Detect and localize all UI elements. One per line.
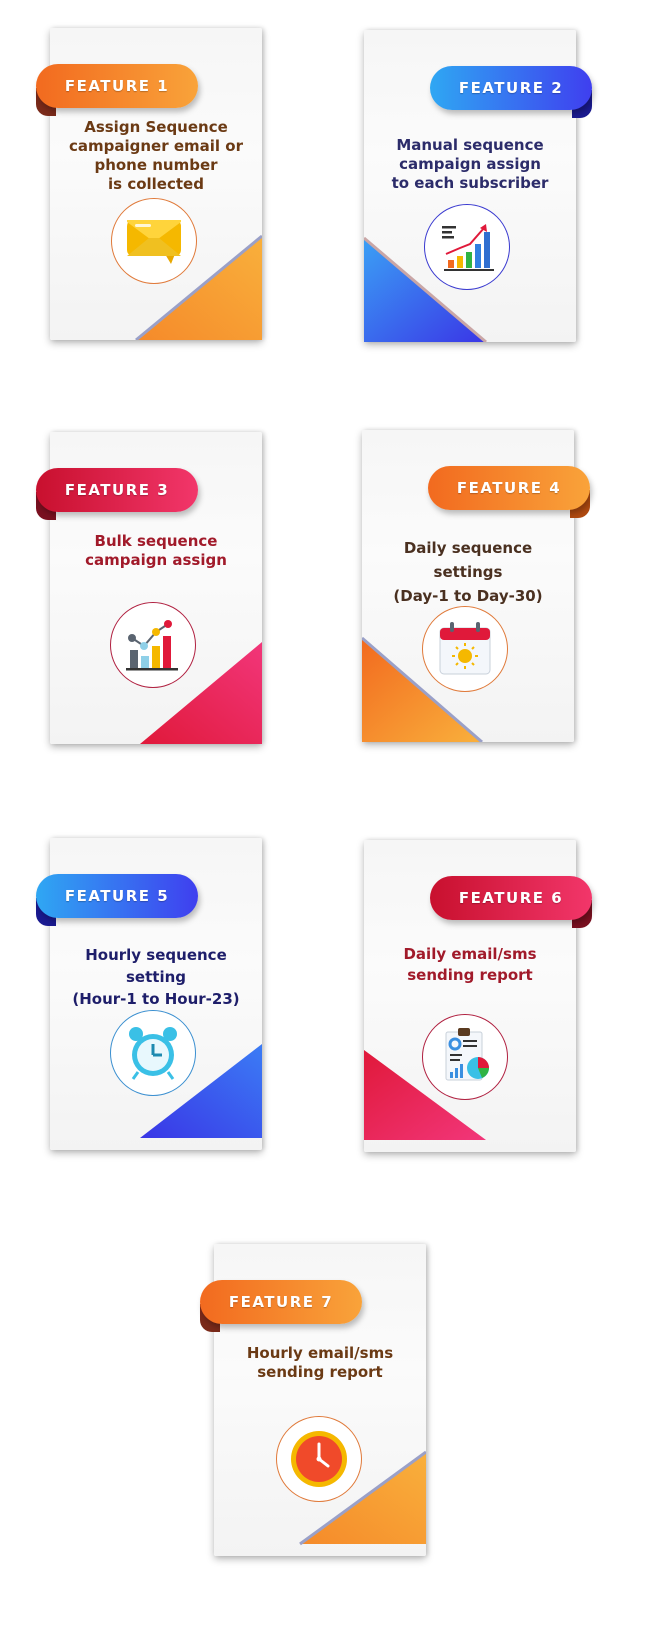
bar-line-chart-icon <box>126 620 178 671</box>
feature-ribbon: FEATURE 1 <box>36 64 198 108</box>
icon-circle <box>276 1416 362 1502</box>
feature-label: FEATURE 4 <box>456 479 562 497</box>
feature-ribbon: FEATURE 7 <box>200 1280 362 1324</box>
feature-ribbon: FEATURE 5 <box>36 874 198 918</box>
feature-ribbon: FEATURE 6 <box>430 876 592 920</box>
feature-card-7: FEATURE 7 Hourly email/sms sending report <box>200 1244 426 1556</box>
feature-label: FEATURE 6 <box>458 889 564 907</box>
feature-ribbon: FEATURE 4 <box>428 466 590 510</box>
icon-circle <box>111 198 197 284</box>
feature-card-1: FEATURE 1 Assign Sequence campaigner emai… <box>36 28 262 340</box>
feature-description: Manual sequence campaign assign to each su… <box>391 136 549 192</box>
envelope-icon <box>127 220 181 264</box>
feature-ribbon: FEATURE 2 <box>430 66 592 110</box>
feature-label: FEATURE 5 <box>64 887 170 905</box>
calendar-sun-icon <box>439 622 491 675</box>
report-document-icon <box>445 1028 489 1081</box>
clock-icon <box>291 1431 347 1487</box>
icon-circle <box>422 606 508 692</box>
feature-description: Hourly sequence setting (Hour-1 to Hour-2… <box>72 946 240 1008</box>
feature-description: Assign Sequence campaigner email or phone … <box>69 118 243 193</box>
feature-description: Hourly email/sms sending report <box>246 1344 394 1381</box>
feature-card-3: FEATURE 3 Bulk sequence campaign assign <box>36 432 262 744</box>
icon-circle <box>110 602 196 688</box>
feature-description: Bulk sequence campaign assign <box>85 532 227 569</box>
feature-description: Daily sequence settings (Day-1 to Day-30) <box>393 539 543 605</box>
growth-chart-icon <box>442 224 494 271</box>
feature-card-2: FEATURE 2 Manual sequence campaign assign… <box>364 30 592 342</box>
feature-card-4: FEATURE 4 Daily sequence settings (Day-1 … <box>362 430 590 742</box>
feature-card-6: FEATURE 6 Daily email/sms sending report <box>364 840 592 1152</box>
icon-circle <box>110 1010 196 1096</box>
feature-label: FEATURE 7 <box>228 1293 334 1311</box>
feature-card-5: FEATURE 5 Hourly sequence setting (Hour-1… <box>36 838 262 1150</box>
icon-circle <box>422 1014 508 1100</box>
feature-label: FEATURE 3 <box>64 481 170 499</box>
icon-circle <box>424 204 510 290</box>
feature-label: FEATURE 1 <box>64 77 170 95</box>
feature-label: FEATURE 2 <box>458 79 564 97</box>
feature-ribbon: FEATURE 3 <box>36 468 198 512</box>
feature-description: Daily email/sms sending report <box>403 945 537 984</box>
alarm-clock-icon <box>129 1027 177 1080</box>
